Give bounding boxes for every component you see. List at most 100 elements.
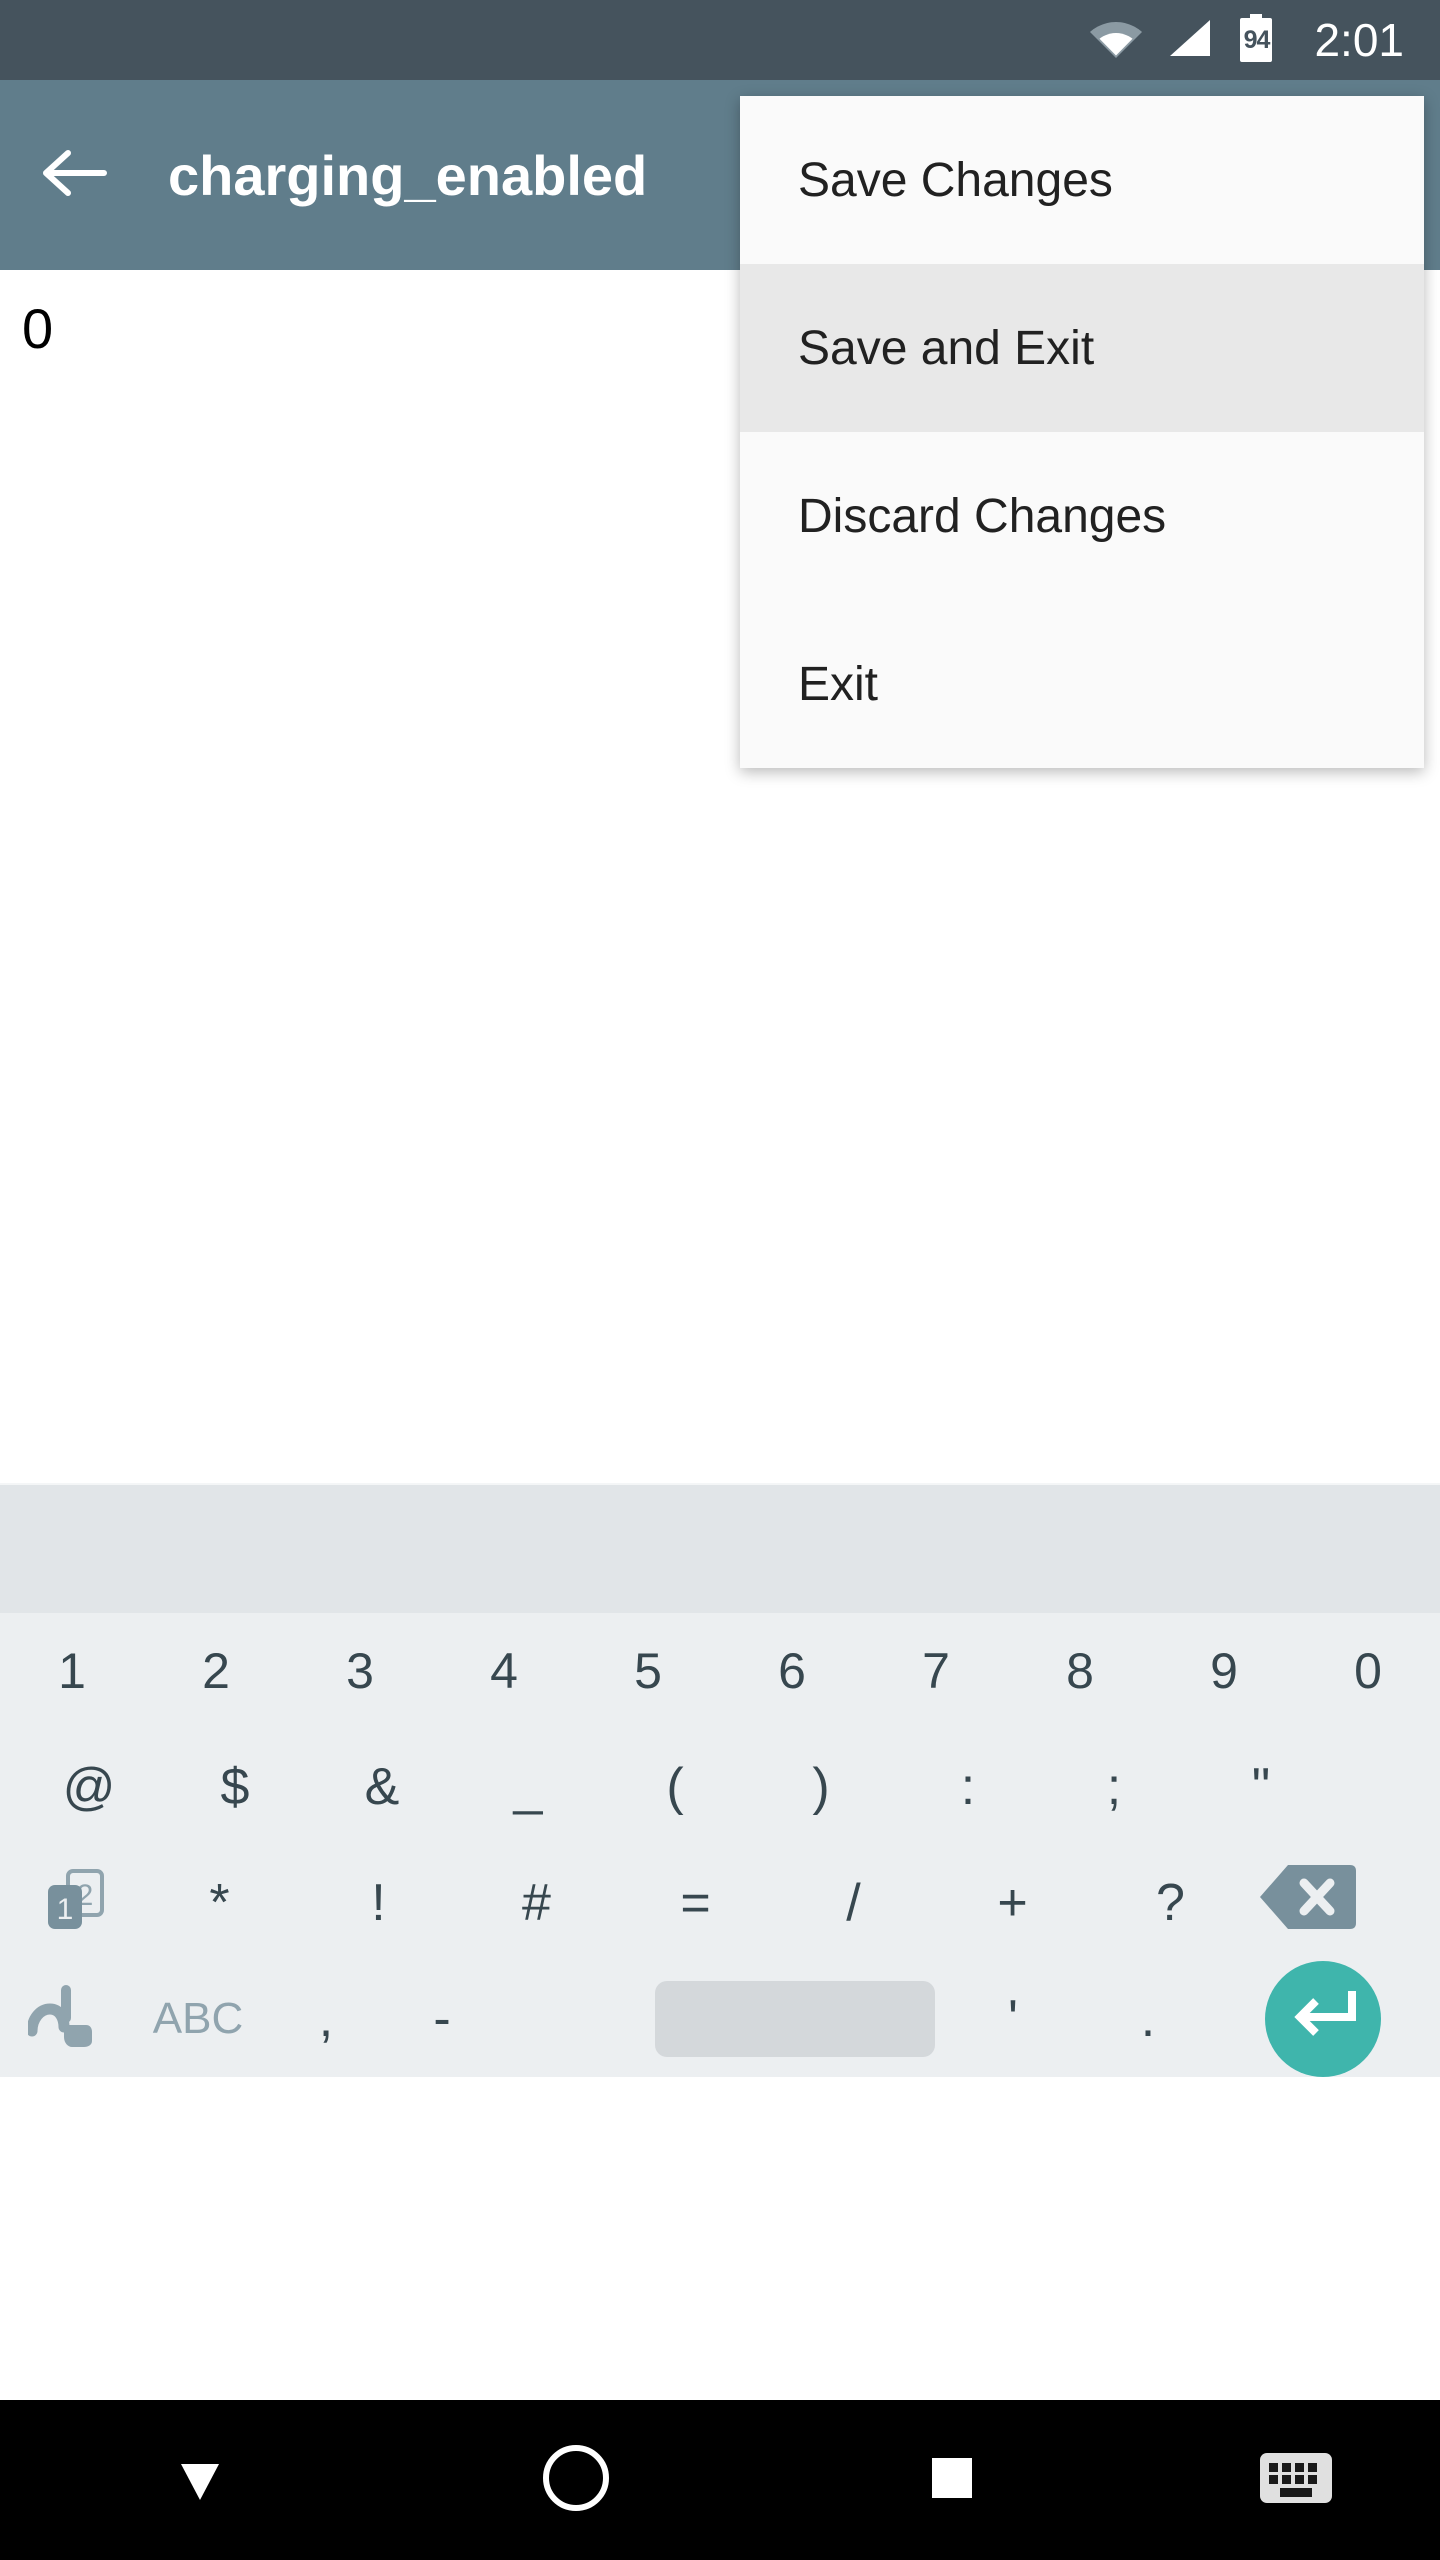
key-plus[interactable]: + (933, 1845, 1092, 1961)
key-at-label: @ (62, 1758, 116, 1816)
key-ampersand[interactable]: & (309, 1729, 455, 1845)
key-asterisk[interactable]: * (140, 1845, 299, 1961)
key-slash[interactable]: / (774, 1845, 933, 1961)
keyboard-row-symbols-1: @ $ & _ ():; " (0, 1729, 1440, 1845)
symbol-page-switch-icon: 2 1 (36, 1859, 112, 1947)
collapse-keyboard-button[interactable] (0, 2400, 400, 2560)
key-plus-label: + (997, 1874, 1028, 1932)
apostrophe-key-label: ' (1008, 1990, 1018, 2048)
keyboard-row-digits: 1 2 3 4 5 6 7 8 9 0 (0, 1613, 1440, 1729)
home-icon (540, 2442, 612, 2519)
back-arrow-icon (42, 149, 108, 202)
status-bar: 94 2:01 (0, 0, 1440, 80)
page-title: charging_enabled (168, 143, 648, 207)
recents-icon (924, 2450, 980, 2511)
wifi-icon (1090, 18, 1143, 63)
keyboard-switcher-icon (1258, 2449, 1334, 2512)
key-underscore-label: _ (513, 1758, 543, 1816)
key-1[interactable]: 1 (0, 1613, 144, 1729)
key-5-label: 5 (634, 1643, 662, 1699)
key-right-paren[interactable]: ) (748, 1729, 894, 1845)
key-quote[interactable]: " (1188, 1729, 1334, 1845)
menu-item-discard-changes[interactable]: Discard Changes (740, 432, 1424, 600)
apostrophe-key[interactable]: ' (955, 1961, 1071, 2077)
menu-item-label: Exit (798, 657, 879, 711)
keyboard-switcher-button[interactable] (1152, 2400, 1440, 2560)
menu-item-save-changes[interactable]: Save Changes (740, 96, 1424, 264)
status-time: 2:01 (1314, 14, 1404, 66)
key-7[interactable]: 7 (864, 1613, 1008, 1729)
key-dollar[interactable]: $ (162, 1729, 308, 1845)
enter-key[interactable] (1265, 1961, 1381, 2077)
key-equals[interactable]: = (616, 1845, 775, 1961)
key-ampersand-label: & (364, 1758, 400, 1816)
key-4[interactable]: 4 (432, 1613, 576, 1729)
keyboard-row-symbols-2: 2 1 *! # = / +? (0, 1845, 1440, 1961)
key-hash-label: # (522, 1874, 551, 1932)
key-1-label: 1 (58, 1643, 86, 1699)
recents-button[interactable] (752, 2400, 1152, 2560)
key-2[interactable]: 2 (144, 1613, 288, 1729)
back-button[interactable] (0, 80, 150, 270)
key-underscore[interactable]: _ (455, 1729, 601, 1845)
keyboard: 1 2 3 4 5 6 7 8 9 0 @ $ & _ ():; " 2 1 *! # = / +? (0, 1613, 1440, 2077)
key-semicolon-label: ; (1106, 1758, 1122, 1816)
menu-item-save-and-exit[interactable]: Save and Exit (740, 264, 1424, 432)
collapse-keyboard-icon (171, 2452, 229, 2509)
battery-icon: 94 (1238, 13, 1274, 67)
gesture-input-key[interactable] (6, 1961, 126, 2077)
home-button[interactable] (400, 2400, 752, 2560)
hyphen-key[interactable]: - (384, 1961, 500, 2077)
key-question[interactable]: ? (1091, 1845, 1250, 1961)
comma-key[interactable]: , (268, 1961, 384, 2077)
key-6-label: 6 (778, 1643, 806, 1699)
symbol-page-switch-key[interactable]: 2 1 (16, 1845, 132, 1961)
key-right-paren-label: ) (812, 1758, 830, 1816)
key-colon[interactable]: : (895, 1729, 1041, 1845)
gesture-input-icon (26, 1975, 104, 2063)
space-key[interactable] (655, 1981, 935, 2057)
navigation-bar (0, 2400, 1440, 2560)
abc-key-label: ABC (152, 1994, 244, 2043)
key-left-paren[interactable]: ( (602, 1729, 748, 1845)
key-8[interactable]: 8 (1008, 1613, 1152, 1729)
menu-item-exit[interactable]: Exit (740, 600, 1424, 768)
key-3[interactable]: 3 (288, 1613, 432, 1729)
key-3-label: 3 (346, 1643, 374, 1699)
key-semicolon[interactable]: ; (1041, 1729, 1187, 1845)
key-dollar-label: $ (220, 1758, 250, 1816)
backspace-key[interactable] (1250, 1845, 1366, 1961)
key-4-label: 4 (490, 1643, 518, 1699)
backspace-icon (1260, 1861, 1356, 1945)
menu-item-label: Save and Exit (798, 321, 1095, 375)
key-slash-label: / (846, 1874, 861, 1932)
key-2-label: 2 (202, 1643, 230, 1699)
navigation-bar-inner (0, 2400, 1440, 2560)
suggestion-strip[interactable] (0, 1483, 1440, 1613)
key-5[interactable]: 5 (576, 1613, 720, 1729)
key-7-label: 7 (922, 1643, 950, 1699)
hyphen-key-label: - (433, 1990, 451, 2048)
value-input[interactable]: 0 (22, 295, 53, 362)
key-9[interactable]: 9 (1152, 1613, 1296, 1729)
key-asterisk-label: * (209, 1874, 230, 1932)
key-hash[interactable]: # (457, 1845, 616, 1961)
key-quote-label: " (1251, 1758, 1271, 1816)
key-equals-label: = (680, 1874, 711, 1932)
overflow-menu: Save Changes Save and Exit Discard Chang… (740, 96, 1424, 768)
key-6[interactable]: 6 (720, 1613, 864, 1729)
menu-item-label: Discard Changes (798, 489, 1167, 543)
period-key[interactable]: . (1090, 1961, 1206, 2077)
key-left-paren-label: ( (666, 1758, 684, 1816)
battery-level-label: 94 (1243, 25, 1271, 54)
signal-icon (1168, 18, 1212, 63)
abc-key[interactable]: ABC (128, 1961, 268, 2077)
status-icons: 94 2:01 (1090, 13, 1404, 67)
key-at[interactable]: @ (16, 1729, 162, 1845)
key-0[interactable]: 0 (1296, 1613, 1440, 1729)
comma-key-label: , (318, 1990, 334, 2048)
key-exclamation[interactable]: ! (299, 1845, 458, 1961)
enter-icon (1290, 1985, 1356, 2053)
key-exclamation-label: ! (371, 1874, 386, 1932)
key-colon-label: : (960, 1758, 976, 1816)
